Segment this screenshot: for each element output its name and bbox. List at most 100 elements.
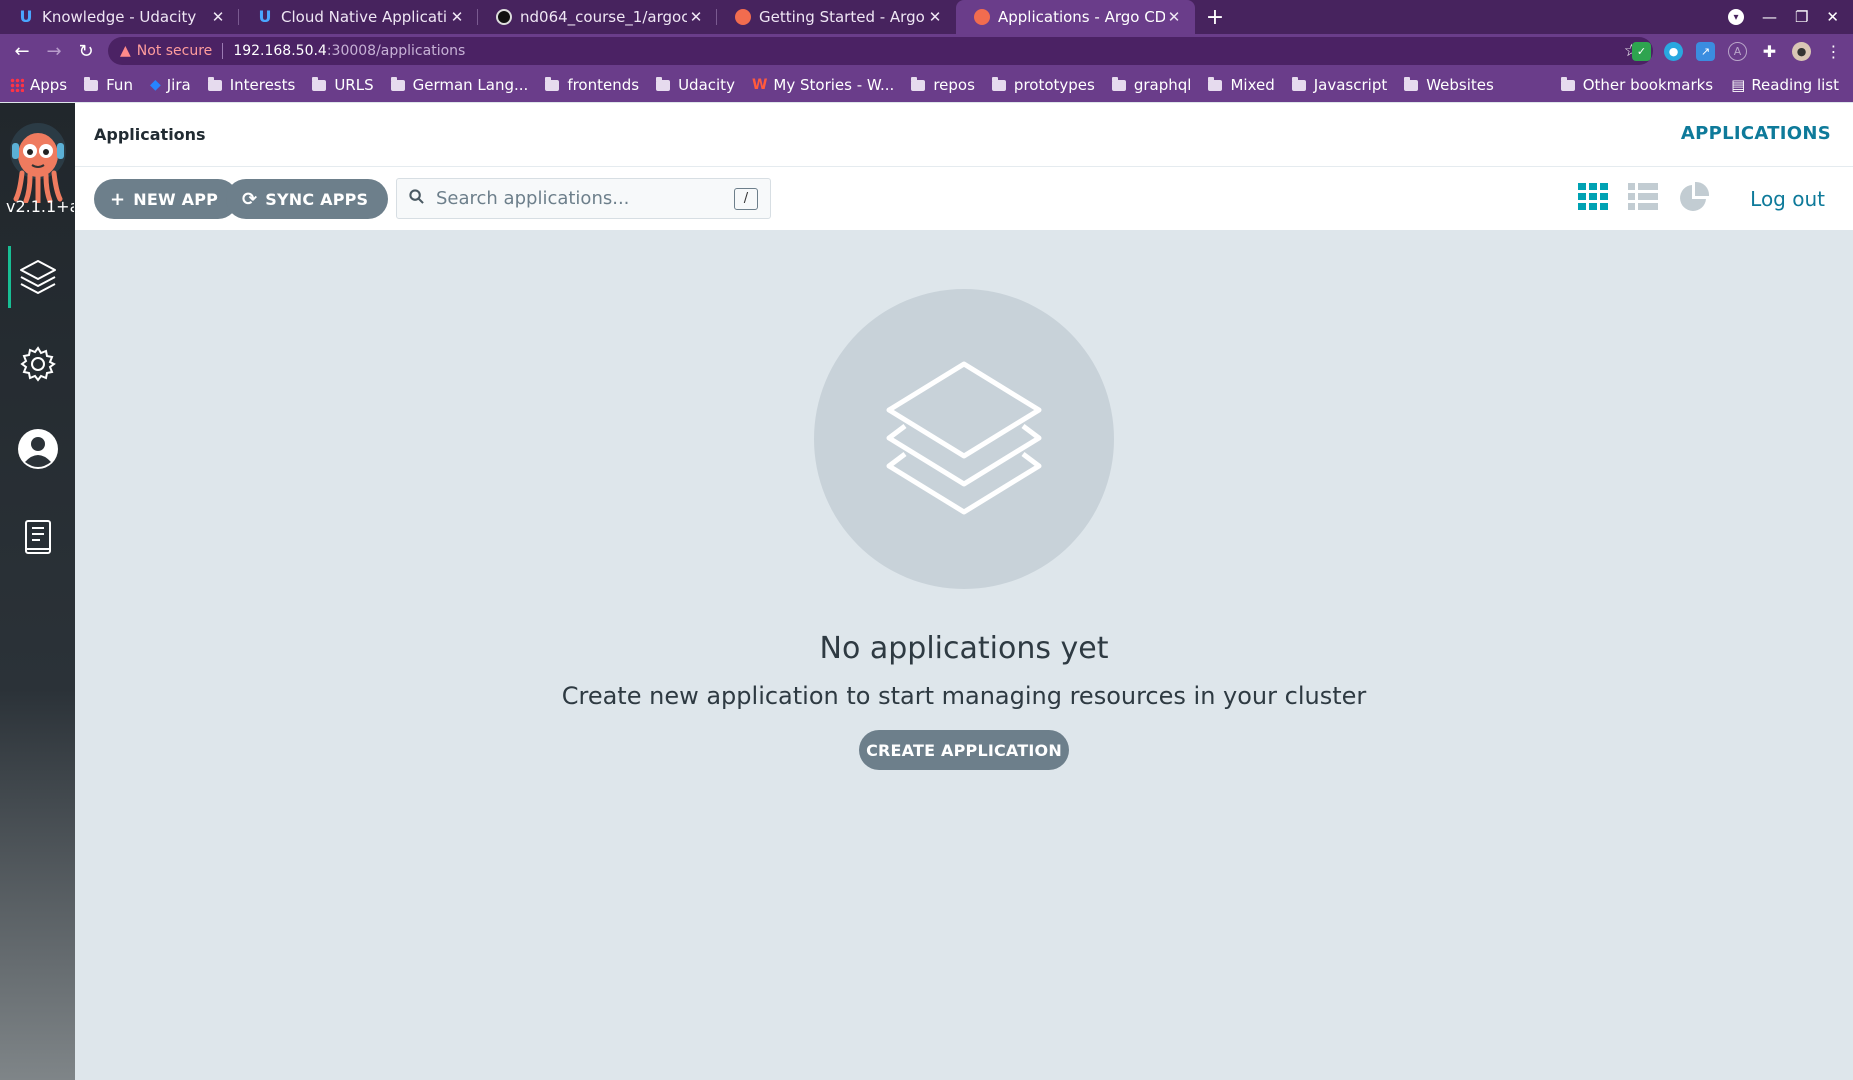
folder-icon xyxy=(991,76,1006,91)
bookmark-folder[interactable]: prototypes xyxy=(991,76,1095,94)
url-host: 192.168.50.4 xyxy=(233,43,327,59)
bookmark-apps[interactable]: Apps xyxy=(10,76,67,94)
logout-link[interactable]: Log out xyxy=(1750,187,1825,211)
empty-state: No applications yet Create new applicati… xyxy=(75,230,1853,1080)
warning-icon: ▲ xyxy=(120,43,131,59)
argo-logo[interactable] xyxy=(8,117,68,207)
bookmark-folder[interactable]: Udacity xyxy=(656,76,735,94)
sidebar-item-settings[interactable] xyxy=(0,331,75,401)
sync-apps-button[interactable]: ⟳ SYNC APPS xyxy=(226,179,389,219)
bookmark-folder[interactable]: graphql xyxy=(1111,76,1191,94)
extensions-area: ✓ ● ↗ A ✚ ● ⋮ xyxy=(1632,34,1843,68)
bookmark-folder[interactable]: Javascript xyxy=(1291,76,1387,94)
sync-icon: ⟳ xyxy=(242,188,258,210)
new-app-button[interactable]: + NEW APP xyxy=(94,179,239,219)
new-tab-button[interactable]: + xyxy=(1195,0,1235,34)
github-icon xyxy=(496,9,512,25)
list-view-icon[interactable] xyxy=(1628,182,1659,215)
address-bar[interactable]: ▲ Not secure 192.168.50.4:30008/applicat… xyxy=(108,37,1653,65)
bookmark-folder[interactable]: repos xyxy=(911,76,975,94)
tab-title: Getting Started - Argo CD xyxy=(759,8,926,26)
forward-icon[interactable]: → xyxy=(38,34,70,68)
edit-extension-icon[interactable]: ↗ xyxy=(1696,41,1715,61)
security-label[interactable]: Not secure xyxy=(137,43,213,59)
close-tab-icon[interactable]: ✕ xyxy=(209,8,227,26)
empty-state-subtitle: Create new application to start managing… xyxy=(561,682,1367,710)
folder-icon xyxy=(207,76,222,91)
bookmarks-bar: Apps Fun ◆ Jira Interests URLS German Lan… xyxy=(0,68,1853,102)
create-application-button[interactable]: CREATE APPLICATION xyxy=(859,730,1069,770)
page-title: APPLICATIONS xyxy=(1680,123,1831,144)
sidebar-item-documentation[interactable] xyxy=(0,505,75,575)
plus-icon: + xyxy=(110,188,126,210)
bookmark-folder[interactable]: Fun xyxy=(84,76,133,94)
bookmark-folder[interactable]: German Lang... xyxy=(390,76,528,94)
bookmark-medium[interactable]: W My Stories - W... xyxy=(752,76,894,94)
bookmark-jira[interactable]: ◆ Jira xyxy=(150,76,191,94)
sidebar-item-applications[interactable] xyxy=(0,244,75,314)
browser-tab[interactable]: U Knowledge - Udacity ✕ xyxy=(0,0,239,34)
bookmark-folder[interactable]: Websites xyxy=(1404,76,1494,94)
browser-tab-active[interactable]: Applications - Argo CD ✕ xyxy=(956,0,1195,34)
bookmark-folder[interactable]: frontends xyxy=(545,76,639,94)
bookmark-folder[interactable]: Interests xyxy=(207,76,295,94)
close-tab-icon[interactable]: ✕ xyxy=(448,8,466,26)
argo-icon xyxy=(735,9,751,25)
reading-list-icon: ▤ xyxy=(1731,76,1746,94)
folder-icon xyxy=(84,76,99,91)
page-header: Applications APPLICATIONS xyxy=(75,103,1853,167)
url-path: :30008/applications xyxy=(326,43,466,59)
profile-avatar[interactable]: ● xyxy=(1792,41,1811,61)
a-extension-icon[interactable]: A xyxy=(1728,41,1747,61)
search-input[interactable]: Search applications... / xyxy=(396,178,771,219)
applications-toolbar: + NEW APP ⟳ SYNC APPS Search application… xyxy=(75,167,1853,230)
docs-icon xyxy=(23,519,53,561)
folder-icon xyxy=(656,76,671,91)
minimize-icon[interactable]: — xyxy=(1762,8,1777,26)
shield-extension-icon[interactable]: ✓ xyxy=(1632,41,1651,61)
user-icon xyxy=(17,428,59,474)
empty-state-title: No applications yet xyxy=(819,631,1109,666)
other-bookmarks[interactable]: Other bookmarks xyxy=(1560,76,1713,94)
medium-icon: W xyxy=(751,77,768,93)
breadcrumb[interactable]: Applications xyxy=(94,125,206,144)
browser-tab[interactable]: nd064_course_1/argocd- ✕ xyxy=(478,0,717,34)
restore-icon[interactable]: ❐ xyxy=(1795,8,1808,26)
close-tab-icon[interactable]: ✕ xyxy=(687,8,705,26)
layers-icon xyxy=(18,257,58,301)
folder-icon xyxy=(390,76,405,91)
bookmark-folder[interactable]: Mixed xyxy=(1208,76,1275,94)
tab-title: Knowledge - Udacity xyxy=(42,8,197,26)
folder-icon xyxy=(1208,76,1223,91)
puzzle-icon[interactable]: ✚ xyxy=(1760,42,1779,61)
bookmark-folder[interactable]: URLS xyxy=(312,76,374,94)
close-tab-icon[interactable]: ✕ xyxy=(1165,8,1183,26)
tiles-view-icon[interactable] xyxy=(1578,182,1609,215)
folder-icon xyxy=(1560,76,1575,91)
reading-list[interactable]: ▤ Reading list xyxy=(1731,76,1839,94)
udacity-icon: U xyxy=(258,7,272,26)
reload-icon[interactable]: ↻ xyxy=(70,34,102,68)
gear-icon xyxy=(19,345,57,387)
sidebar-item-user-info[interactable] xyxy=(0,416,75,486)
summary-pie-icon[interactable] xyxy=(1678,181,1710,217)
window-controls: ▾ — ❐ ✕ xyxy=(1727,0,1853,34)
extension-icon[interactable]: ● xyxy=(1664,41,1683,61)
folder-icon xyxy=(312,76,327,91)
search-icon xyxy=(409,189,424,208)
sync-apps-label: SYNC APPS xyxy=(265,189,369,209)
close-tab-icon[interactable]: ✕ xyxy=(926,8,944,26)
browser-tab[interactable]: U Cloud Native Application ✕ xyxy=(239,0,478,34)
folder-icon xyxy=(1111,76,1126,91)
tab-title: Applications - Argo CD xyxy=(998,8,1165,26)
folder-icon xyxy=(1404,76,1419,91)
tab-search-icon[interactable]: ▾ xyxy=(1727,9,1744,25)
view-switcher: Log out xyxy=(1578,167,1853,230)
menu-kebab-icon[interactable]: ⋮ xyxy=(1824,42,1843,61)
folder-icon xyxy=(1291,76,1306,91)
browser-tab[interactable]: Getting Started - Argo CD ✕ xyxy=(717,0,956,34)
close-window-icon[interactable]: ✕ xyxy=(1826,8,1839,26)
back-icon[interactable]: ← xyxy=(6,34,38,68)
search-shortcut-hint: / xyxy=(734,187,758,210)
new-app-label: NEW APP xyxy=(133,189,219,209)
